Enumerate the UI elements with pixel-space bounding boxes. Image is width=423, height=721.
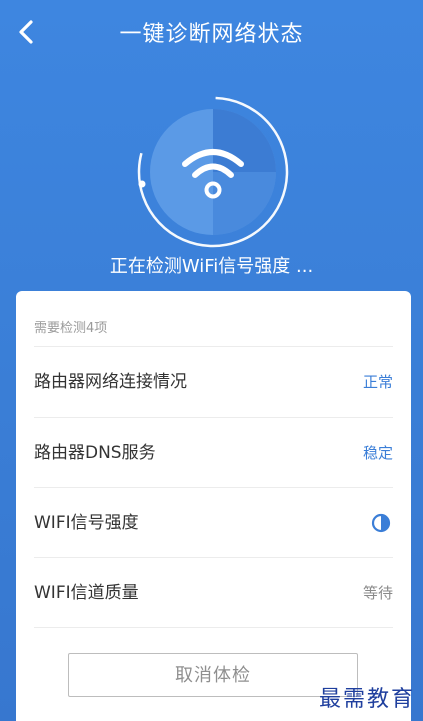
check-item-label: 路由器DNS服务 [34,443,156,463]
check-item-router-connection: 路由器网络连接情况 正常 [34,347,393,417]
wifi-scanner [133,92,293,252]
check-item-label: WIFI信道质量 [34,583,139,603]
check-list-card: 需要检测4项 路由器网络连接情况 正常 路由器DNS服务 稳定 WIFI信号强度… [16,291,411,721]
page-title: 一键诊断网络状态 [119,22,304,47]
check-count-label: 需要检测4项 [34,321,108,336]
check-item-status: 等待 [362,584,393,602]
check-item-label: WIFI信号强度 [34,513,139,533]
check-item-router-dns: 路由器DNS服务 稳定 [34,418,393,488]
check-item-status: 稳定 [362,444,393,462]
watermark-text: 最需教育 [318,687,415,712]
cancel-check-button[interactable]: 取消体检 [68,653,358,697]
loading-icon [371,513,391,533]
wifi-icon [182,149,244,199]
header: 一键诊断网络状态 [0,0,423,64]
check-item-status: 正常 [362,373,393,391]
diagnose-screen: 一键诊断网络状态 正在检测WiFi信号强度 ... 需要检测4项 路由器网络连接… [0,0,423,721]
divider [34,627,393,628]
check-item-label: 路由器网络连接情况 [34,372,187,392]
check-item-wifi-channel: WIFI信道质量 等待 [34,558,393,628]
scan-status-text: 正在检测WiFi信号强度 ... [109,256,314,277]
check-item-wifi-strength: WIFI信号强度 [34,488,393,558]
